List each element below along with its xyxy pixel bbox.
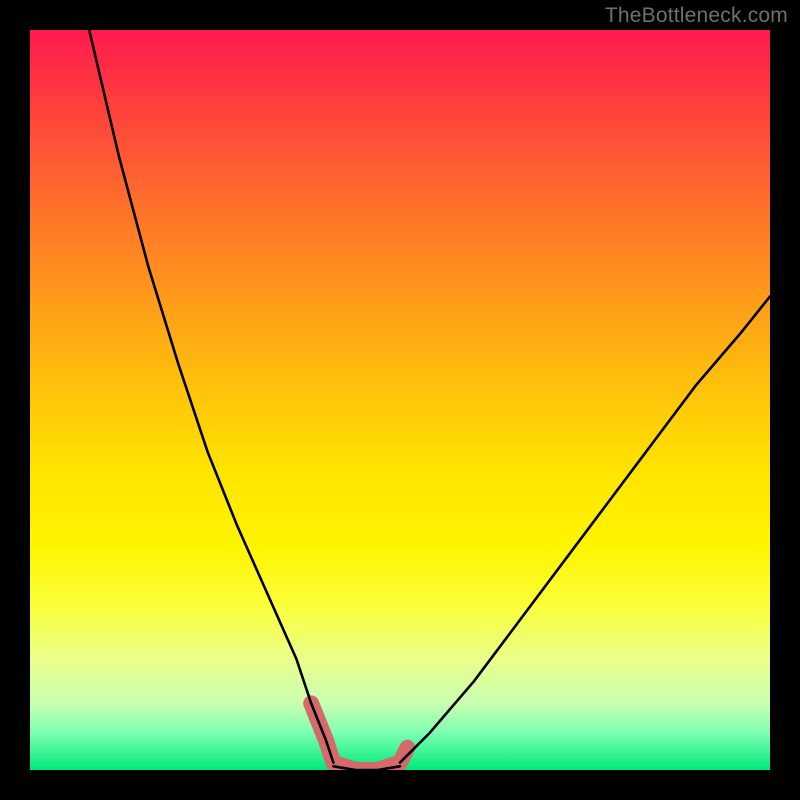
- curve-svg: [30, 30, 770, 770]
- curve-right-path: [400, 296, 770, 762]
- plot-area: [30, 30, 770, 770]
- watermark-text: TheBottleneck.com: [605, 4, 788, 28]
- curve-left-path: [89, 30, 333, 763]
- outer-frame: TheBottleneck.com: [0, 0, 800, 800]
